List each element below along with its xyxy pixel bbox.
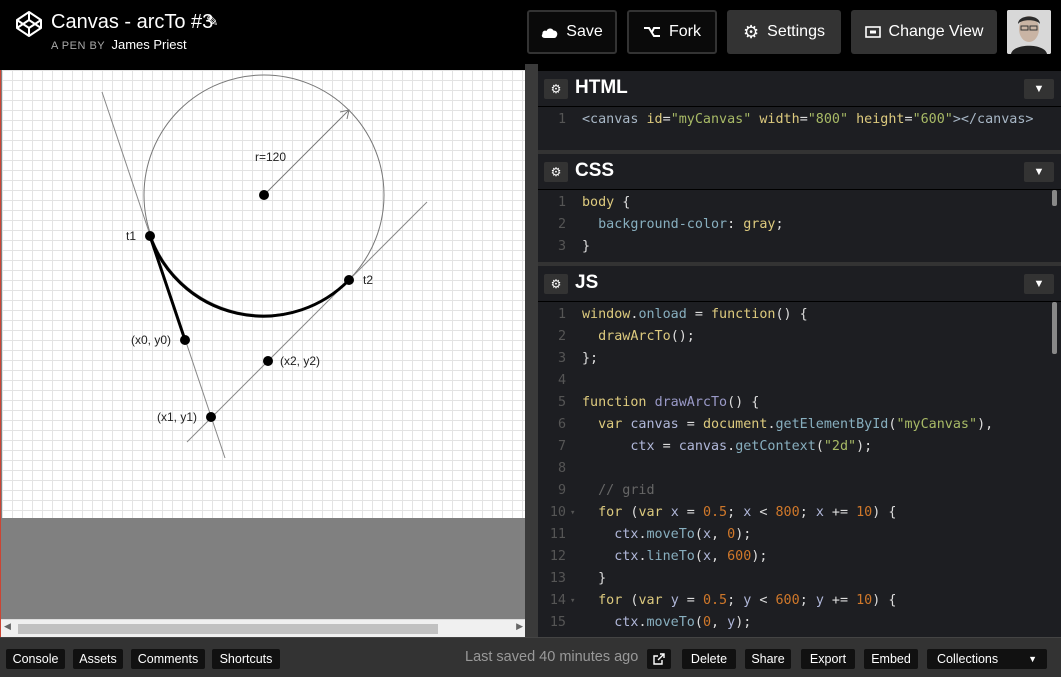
layout-icon (864, 26, 881, 38)
gear-icon: ⚙ (743, 21, 760, 42)
css-scrollbar[interactable] (1052, 190, 1057, 206)
comments-button[interactable]: Comments (131, 649, 205, 669)
external-link-icon[interactable] (647, 649, 671, 669)
js-panel-title: JS (575, 272, 599, 293)
js-panel-header: ⚙ JS ▼ (538, 266, 1061, 302)
horizontal-scrollbar[interactable]: ◀ ▶ (1, 619, 526, 637)
html-panel-title: HTML (575, 77, 628, 98)
point-t1 (145, 231, 155, 241)
js-editor-panel: ⚙ JS ▼ 1 window.onload = function() { 2 d… (538, 266, 1061, 637)
export-button[interactable]: Export (801, 649, 855, 669)
console-button[interactable]: Console (6, 649, 65, 669)
gear-icon[interactable]: ⚙ (544, 162, 568, 182)
t2-label: t2 (363, 273, 373, 287)
share-button[interactable]: Share (745, 649, 791, 669)
embed-button[interactable]: Embed (864, 649, 918, 669)
collections-label: Collections (937, 652, 999, 666)
fork-button[interactable]: Fork (627, 10, 717, 54)
footer-bar: Console Assets Comments Shortcuts Last s… (0, 637, 1061, 677)
preview-pane: r=120 t1 t2 (x0, y0) (x2, y2) (x1, y1) ◀… (0, 70, 526, 637)
fork-icon (643, 25, 661, 39)
scroll-right-icon[interactable]: ▶ (516, 621, 523, 632)
point-x2-y2 (263, 356, 273, 366)
chevron-down-icon[interactable]: ▼ (1024, 274, 1054, 294)
point-t2 (344, 275, 354, 285)
code-line: 1 <canvas id="myCanvas" width="800" heigh… (557, 112, 1034, 127)
point-x1-y1 (206, 412, 216, 422)
canvas[interactable]: r=120 t1 t2 (x0, y0) (x2, y2) (x1, y1) (2, 70, 525, 518)
settings-label: Settings (767, 23, 825, 40)
html-panel-header: ⚙ HTML ▼ (538, 71, 1061, 107)
save-button[interactable]: Save (527, 10, 617, 54)
assets-button[interactable]: Assets (73, 649, 123, 669)
tangent-line-2 (186, 201, 428, 443)
gear-icon[interactable]: ⚙ (544, 79, 568, 99)
save-label: Save (566, 23, 603, 40)
arcto-diagram: r=120 t1 t2 (x0, y0) (x2, y2) (x1, y1) (101, 74, 428, 459)
resize-handle[interactable] (525, 64, 538, 637)
fork-label: Fork (669, 23, 701, 40)
change-view-button[interactable]: Change View (851, 10, 997, 54)
header-bar: Canvas - arcTo #3 ✎ A PEN BY James Pries… (0, 0, 1061, 64)
html-code[interactable]: 1 <canvas id="myCanvas" width="800" heigh… (538, 109, 1061, 131)
arc-path (148, 235, 351, 318)
avatar[interactable] (1007, 10, 1051, 54)
collections-dropdown[interactable]: Collections ▼ (927, 649, 1047, 669)
point-x0-y0 (180, 335, 190, 345)
settings-button[interactable]: ⚙ Settings (727, 10, 841, 54)
gear-icon[interactable]: ⚙ (544, 274, 568, 294)
chevron-down-icon[interactable]: ▼ (1024, 162, 1054, 182)
scrollbar-thumb[interactable] (18, 624, 438, 634)
t1-label: t1 (126, 229, 136, 243)
chevron-down-icon[interactable]: ▼ (1024, 79, 1054, 99)
scroll-left-icon[interactable]: ◀ (4, 621, 11, 632)
js-code[interactable]: 1 window.onload = function() { 2 drawArcT… (538, 304, 1061, 634)
cloud-icon (541, 27, 558, 38)
p1-label: (x1, y1) (157, 410, 197, 424)
byline-prefix: A PEN BY (51, 40, 106, 52)
css-code[interactable]: 1 body { 2 background-color: gray; 3} (538, 192, 1061, 258)
codepen-editor: Canvas - arcTo #3 ✎ A PEN BY James Pries… (0, 0, 1061, 677)
pen-byline: A PEN BY James Priest (51, 37, 187, 52)
last-saved-status: Last saved 40 minutes ago (465, 649, 639, 665)
p0-label: (x0, y0) (131, 333, 171, 347)
pen-title[interactable]: Canvas - arcTo #3 (51, 9, 213, 35)
css-panel-title: CSS (575, 160, 615, 181)
delete-button[interactable]: Delete (682, 649, 736, 669)
html-editor-panel: ⚙ HTML ▼ 1 <canvas id="myCanvas" width="8… (538, 71, 1061, 150)
codepen-logo-icon[interactable] (14, 9, 44, 39)
change-view-label: Change View (888, 23, 984, 40)
center-point (259, 190, 269, 200)
chevron-down-icon: ▼ (1028, 654, 1037, 664)
p2-label: (x2, y2) (280, 354, 320, 368)
author-link[interactable]: James Priest (111, 37, 186, 52)
pencil-icon[interactable]: ✎ (206, 12, 219, 30)
css-editor-panel: ⚙ CSS ▼ 1 body { 2 background-color: gray… (538, 154, 1061, 262)
js-scrollbar[interactable] (1052, 302, 1057, 354)
shortcuts-button[interactable]: Shortcuts (212, 649, 280, 669)
css-panel-header: ⚙ CSS ▼ (538, 154, 1061, 190)
radius-label: r=120 (255, 150, 286, 164)
